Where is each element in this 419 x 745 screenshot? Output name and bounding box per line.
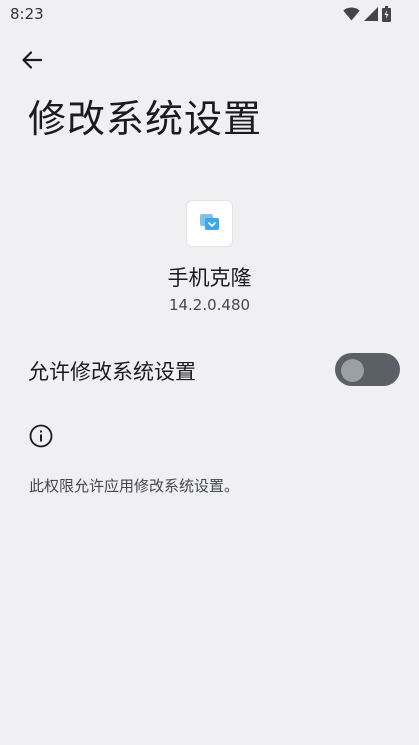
screen: 8:23 修改系统设置 手机克隆 14.2.0.480 允许修改系统设置 此权限…: [0, 0, 419, 745]
wifi-icon: [343, 7, 360, 21]
status-time: 8:23: [10, 5, 44, 23]
allow-modify-settings-switch[interactable]: [335, 353, 400, 386]
back-button[interactable]: [14, 44, 50, 80]
info-icon: [29, 424, 53, 448]
page-title: 修改系统设置: [28, 97, 263, 141]
status-bar: 8:23: [0, 0, 419, 28]
info-description: 此权限允许应用修改系统设置。: [29, 477, 240, 495]
arrow-back-icon: [21, 49, 43, 75]
status-icons: [343, 6, 391, 22]
app-version: 14.2.0.480: [168, 296, 251, 314]
switch-thumb: [341, 359, 364, 382]
phone-clone-app-icon: [199, 213, 220, 235]
allow-modify-settings-label: 允许修改系统设置: [28, 360, 196, 384]
app-icon: [186, 200, 233, 247]
allow-modify-settings-row[interactable]: 允许修改系统设置: [0, 340, 419, 400]
cell-signal-icon: [364, 7, 378, 21]
app-name: 手机克隆: [167, 266, 252, 290]
battery-charging-icon: [382, 6, 391, 22]
